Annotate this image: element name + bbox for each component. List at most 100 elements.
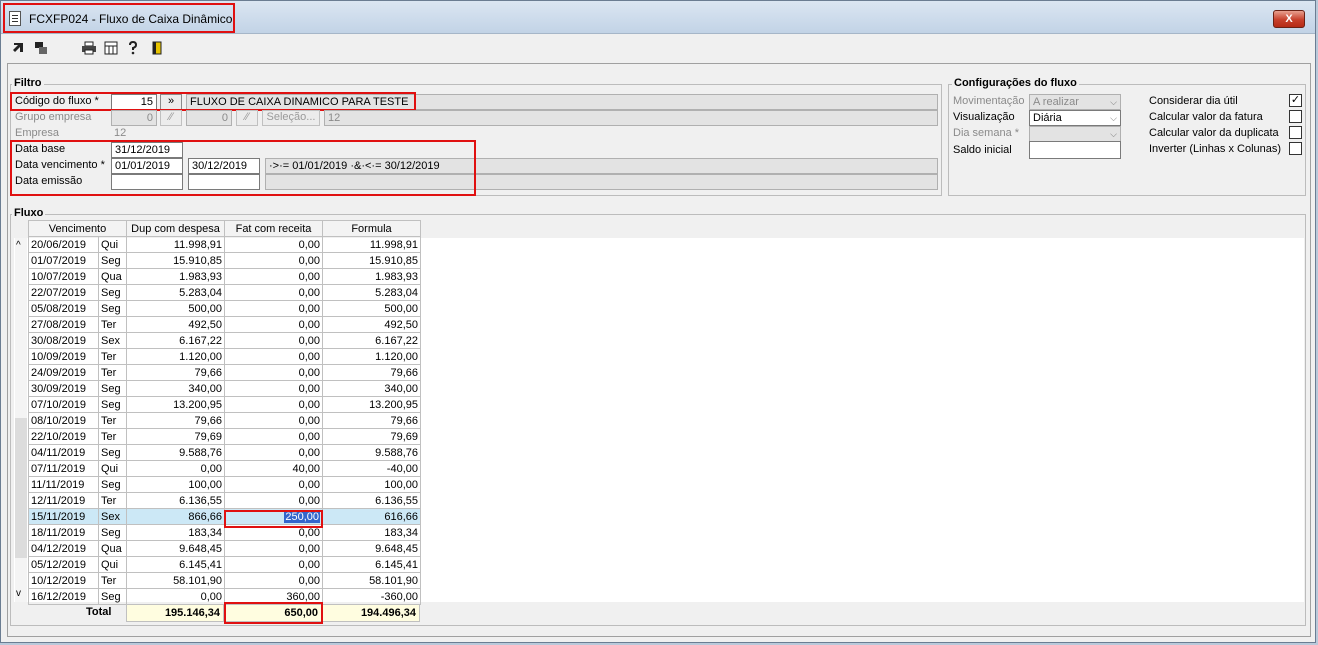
table-row[interactable]: 22/10/2019 Ter 79,69 0,00 79,69 [28, 428, 421, 445]
calculator-icon[interactable] [103, 40, 119, 56]
cell-fat[interactable]: 0,00 [224, 364, 323, 381]
cell-date[interactable]: 22/10/2019 [28, 428, 99, 445]
cell-formula[interactable]: 79,66 [322, 364, 421, 381]
cell-fat[interactable]: 250,00 [224, 508, 323, 525]
cell-weekday[interactable]: Seg [98, 396, 127, 413]
visualizacao-select[interactable]: Diária ⌵ [1029, 110, 1121, 126]
table-row[interactable]: 04/11/2019 Seg 9.588,76 0,00 9.588,76 [28, 444, 421, 461]
cell-weekday[interactable]: Qua [98, 268, 127, 285]
cell-date[interactable]: 18/11/2019 [28, 524, 99, 541]
column-header-fat[interactable]: Fat com receita [224, 220, 323, 237]
table-row[interactable]: 07/11/2019 Qui 0,00 40,00 -40,00 [28, 460, 421, 477]
cell-weekday[interactable]: Sex [98, 508, 127, 525]
windows-icon[interactable] [33, 40, 49, 56]
table-row[interactable]: 12/11/2019 Ter 6.136,55 0,00 6.136,55 [28, 492, 421, 509]
data-emissao-from-input[interactable] [111, 174, 183, 190]
arrow-icon[interactable] [11, 40, 27, 56]
grupo-input-1[interactable]: 0 [111, 110, 157, 126]
cell-date[interactable]: 04/11/2019 [28, 444, 99, 461]
cell-dup[interactable]: 866,66 [126, 508, 225, 525]
cell-fat[interactable]: 360,00 [224, 588, 323, 605]
table-row[interactable]: 01/07/2019 Seg 15.910,85 0,00 15.910,85 [28, 252, 421, 269]
data-venc-from-input[interactable]: 01/01/2019 [111, 158, 183, 174]
table-row[interactable]: 10/12/2019 Ter 58.101,90 0,00 58.101,90 [28, 572, 421, 589]
codigo-lookup-button[interactable]: » [160, 94, 182, 110]
cell-dup[interactable]: 0,00 [126, 588, 225, 605]
cell-date[interactable]: 16/12/2019 [28, 588, 99, 605]
cell-dup[interactable]: 13.200,95 [126, 396, 225, 413]
cell-weekday[interactable]: Seg [98, 444, 127, 461]
cell-dup[interactable]: 100,00 [126, 476, 225, 493]
cell-weekday[interactable]: Qui [98, 556, 127, 573]
cell-weekday[interactable]: Sex [98, 332, 127, 349]
cell-date[interactable]: 30/08/2019 [28, 332, 99, 349]
checkbox-inverter[interactable] [1289, 142, 1302, 155]
cell-weekday[interactable]: Qua [98, 540, 127, 557]
column-header-vencimento[interactable]: Vencimento [28, 220, 127, 237]
cell-fat[interactable]: 0,00 [224, 572, 323, 589]
cell-formula[interactable]: 11.998,91 [322, 236, 421, 253]
cell-date[interactable]: 10/12/2019 [28, 572, 99, 589]
cell-fat[interactable]: 0,00 [224, 332, 323, 349]
cell-date[interactable]: 30/09/2019 [28, 380, 99, 397]
cell-date[interactable]: 05/12/2019 [28, 556, 99, 573]
scrollbar-thumb[interactable] [15, 418, 27, 558]
cell-dup[interactable]: 492,50 [126, 316, 225, 333]
cell-date[interactable]: 20/06/2019 [28, 236, 99, 253]
cell-dup[interactable]: 79,66 [126, 412, 225, 429]
cell-formula[interactable]: 500,00 [322, 300, 421, 317]
vertical-scrollbar[interactable]: ^ v [15, 238, 27, 602]
cell-dup[interactable]: 79,69 [126, 428, 225, 445]
cell-weekday[interactable]: Seg [98, 284, 127, 301]
cell-fat[interactable]: 0,00 [224, 540, 323, 557]
data-venc-to-input[interactable]: 30/12/2019 [188, 158, 260, 174]
cell-date[interactable]: 22/07/2019 [28, 284, 99, 301]
help-icon[interactable] [125, 40, 141, 56]
cell-weekday[interactable]: Qui [98, 236, 127, 253]
cell-fat[interactable]: 0,00 [224, 316, 323, 333]
table-row[interactable]: 16/12/2019 Seg 0,00 360,00 -360,00 [28, 588, 421, 605]
cell-dup[interactable]: 15.910,85 [126, 252, 225, 269]
checkbox-dia-util[interactable]: ✓ [1289, 94, 1302, 107]
saldo-input[interactable] [1029, 141, 1121, 159]
cell-date[interactable]: 11/11/2019 [28, 476, 99, 493]
cell-date[interactable]: 15/11/2019 [28, 508, 99, 525]
cell-fat[interactable]: 0,00 [224, 236, 323, 253]
cell-formula[interactable]: 183,34 [322, 524, 421, 541]
cell-dup[interactable]: 500,00 [126, 300, 225, 317]
cell-weekday[interactable]: Seg [98, 380, 127, 397]
cell-fat[interactable]: 0,00 [224, 268, 323, 285]
cell-fat[interactable]: 0,00 [224, 428, 323, 445]
selecao-button[interactable]: Seleção... [262, 110, 320, 126]
dia-semana-select[interactable]: ⌵ [1029, 126, 1121, 142]
table-row[interactable]: 30/08/2019 Sex 6.167,22 0,00 6.167,22 [28, 332, 421, 349]
cell-dup[interactable]: 1.120,00 [126, 348, 225, 365]
table-row[interactable]: 10/09/2019 Ter 1.120,00 0,00 1.120,00 [28, 348, 421, 365]
printer-icon[interactable] [81, 40, 97, 56]
cell-date[interactable]: 01/07/2019 [28, 252, 99, 269]
cell-formula[interactable]: 6.145,41 [322, 556, 421, 573]
table-row[interactable]: 24/09/2019 Ter 79,66 0,00 79,66 [28, 364, 421, 381]
cell-weekday[interactable]: Ter [98, 316, 127, 333]
cell-formula[interactable]: 79,69 [322, 428, 421, 445]
cell-fat[interactable]: 40,00 [224, 460, 323, 477]
cell-formula[interactable]: 100,00 [322, 476, 421, 493]
cell-dup[interactable]: 58.101,90 [126, 572, 225, 589]
cell-formula[interactable]: 13.200,95 [322, 396, 421, 413]
chevron-down-icon[interactable]: v [16, 588, 21, 599]
cell-weekday[interactable]: Seg [98, 588, 127, 605]
cell-formula[interactable]: -360,00 [322, 588, 421, 605]
cell-date[interactable]: 27/08/2019 [28, 316, 99, 333]
cell-fat[interactable]: 0,00 [224, 476, 323, 493]
cell-formula[interactable]: 492,50 [322, 316, 421, 333]
cell-formula[interactable]: 9.648,45 [322, 540, 421, 557]
cell-fat[interactable]: 0,00 [224, 284, 323, 301]
cell-formula[interactable]: 15.910,85 [322, 252, 421, 269]
cell-fat[interactable]: 0,00 [224, 300, 323, 317]
cell-formula[interactable]: 9.588,76 [322, 444, 421, 461]
cell-dup[interactable]: 183,34 [126, 524, 225, 541]
cell-formula[interactable]: 6.167,22 [322, 332, 421, 349]
codigo-input[interactable]: 15 [111, 94, 157, 110]
cell-dup[interactable]: 6.145,41 [126, 556, 225, 573]
movimentacao-select[interactable]: A realizar ⌵ [1029, 94, 1121, 110]
